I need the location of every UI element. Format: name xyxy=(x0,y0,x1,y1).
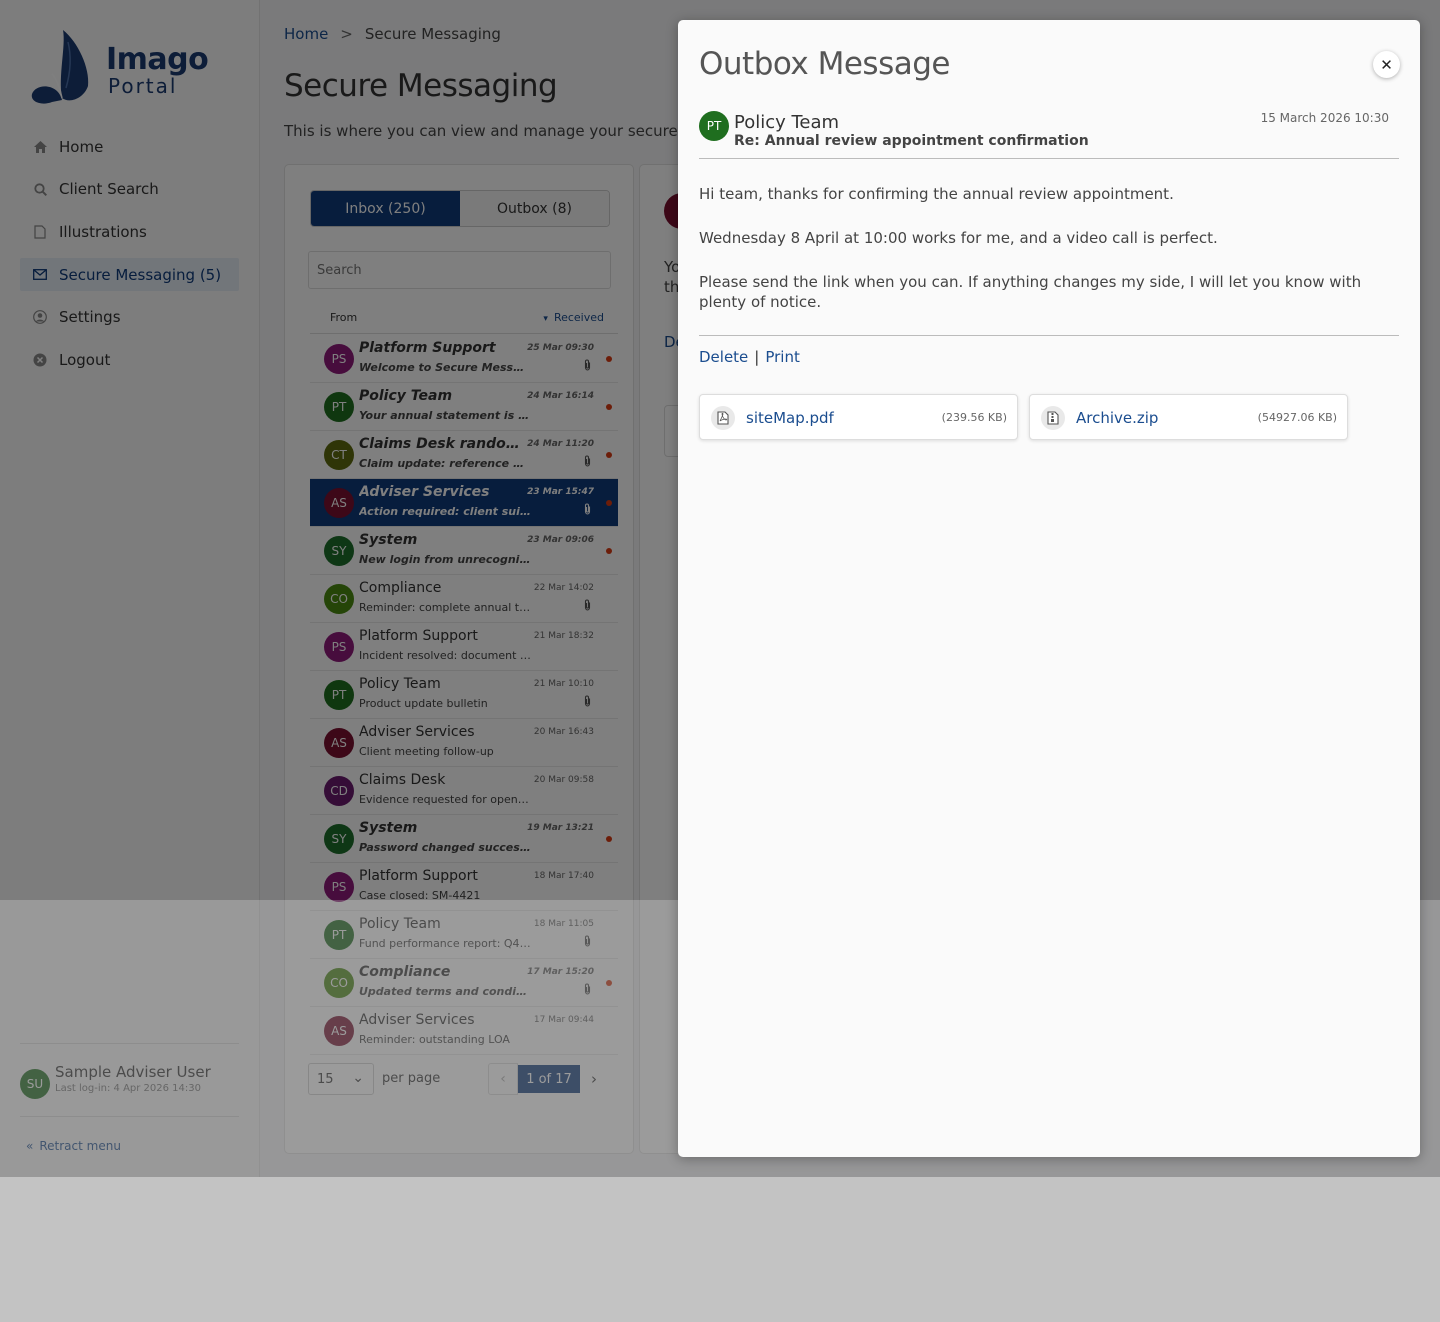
pdf-file-icon xyxy=(711,406,735,430)
attachment-name[interactable]: Archive.zip xyxy=(1076,409,1158,427)
divider xyxy=(699,335,1399,336)
attachment-archive-zip[interactable]: Archive.zip (54927.06 KB) xyxy=(1029,394,1348,440)
message-from: Policy Team xyxy=(734,112,840,133)
attachment-size: (54927.06 KB) xyxy=(1257,411,1337,424)
action-separator: | xyxy=(754,348,760,366)
message-header: PT Policy Team Re: Annual review appoint… xyxy=(699,108,1399,159)
print-link[interactable]: Print xyxy=(765,348,800,366)
message-paragraph: Wednesday 8 April at 10:00 works for me,… xyxy=(699,229,1218,247)
delete-link[interactable]: Delete xyxy=(699,348,748,366)
close-icon: ✕ xyxy=(1380,55,1393,74)
close-button[interactable]: ✕ xyxy=(1373,51,1400,78)
message-paragraph: Hi team, thanks for confirming the annua… xyxy=(699,185,1174,203)
attachment-size: (239.56 KB) xyxy=(941,411,1007,424)
message-subject: Re: Annual review appointment confirmati… xyxy=(734,133,1089,149)
zip-file-icon xyxy=(1041,406,1065,430)
attachment-name[interactable]: siteMap.pdf xyxy=(746,409,834,427)
app-window: Imago Portal Home Client Search Illus xyxy=(0,0,1440,1177)
outbox-message-dialog: Outbox Message ✕ PT Policy Team Re: Annu… xyxy=(678,20,1420,1157)
message-actions: Delete | Print xyxy=(699,348,800,366)
attachment-sitemap-pdf[interactable]: siteMap.pdf (239.56 KB) xyxy=(699,394,1018,440)
dialog-title: Outbox Message xyxy=(699,46,950,82)
avatar: PT xyxy=(699,111,729,141)
message-date: 15 March 2026 10:30 xyxy=(1260,111,1389,125)
message-body: Hi team, thanks for confirming the annua… xyxy=(699,184,1399,336)
message-paragraph: Please send the link when you can. If an… xyxy=(699,273,1362,311)
